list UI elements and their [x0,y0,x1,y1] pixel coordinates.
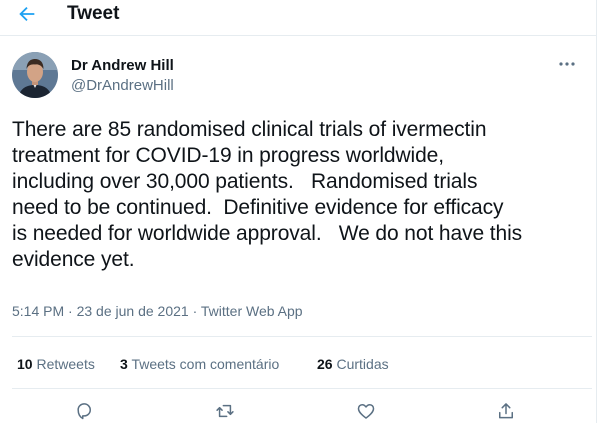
retweets-stat[interactable]: 10 Retweets [17,355,95,373]
page-title: Tweet [67,3,120,24]
tweet-text: There are 85 randomised clinical trials … [12,118,523,271]
meta-separator: · [192,303,198,319]
retweets-label: Retweets [36,356,95,372]
back-button[interactable] [12,2,42,26]
quotes-stat[interactable]: 3 Tweets com comentário [120,355,279,373]
author-name[interactable]: Dr Andrew Hill [71,57,174,75]
retweet-icon [216,404,234,418]
tweet-meta: 5:14 PM · 23 de jun de 2021 · Twitter We… [12,302,303,320]
reply-button[interactable] [72,400,96,422]
avatar[interactable] [12,52,58,98]
more-options-button[interactable] [555,55,579,73]
share-button[interactable] [494,400,518,422]
quotes-label: Tweets com comentário [131,356,280,372]
likes-label: Curtidas [336,356,389,372]
divider [12,336,592,337]
divider [12,388,592,389]
more-dots-icon [559,62,575,66]
heart-icon [357,404,375,419]
likes-count: 26 [317,356,333,372]
top-bar: Tweet [0,0,596,36]
share-icon [499,403,513,419]
like-button[interactable] [354,400,378,422]
retweet-button[interactable] [213,400,237,422]
tweet-date[interactable]: 23 de jun de 2021 [77,303,189,319]
reply-icon [77,403,91,420]
author-handle[interactable]: @DrAndrewHill [71,77,174,95]
arrow-left-icon [19,6,35,22]
likes-stat[interactable]: 26 Curtidas [317,355,389,373]
tweet-time[interactable]: 5:14 PM [12,303,64,319]
tweet-source[interactable]: Twitter Web App [201,303,303,319]
tweet-page: Tweet Dr Andrew Hill @DrAndrewHill There… [0,0,603,423]
quotes-count: 3 [120,356,128,372]
meta-separator: · [68,303,73,319]
retweets-count: 10 [17,356,33,372]
column-border [596,0,597,423]
